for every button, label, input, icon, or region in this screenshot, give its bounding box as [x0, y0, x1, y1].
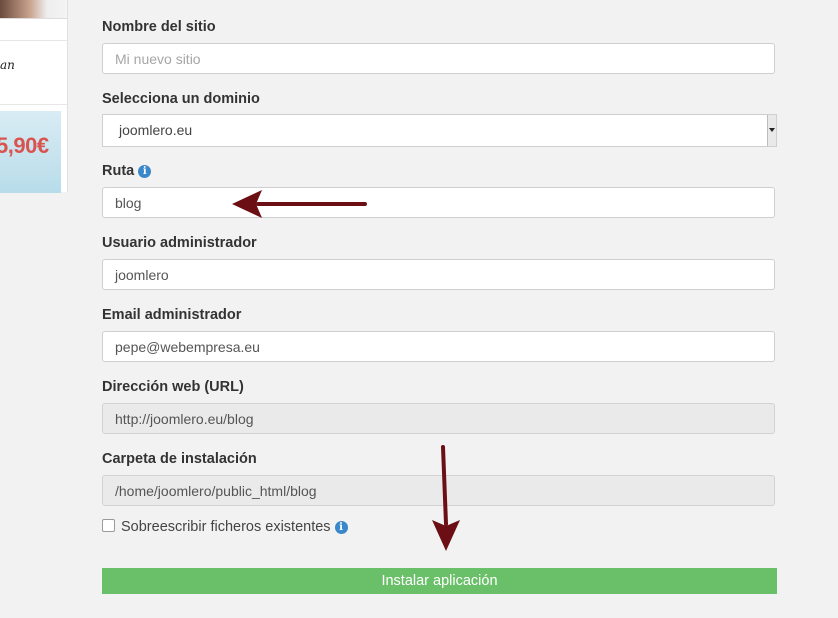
- arrow-pointing-down-icon: [432, 445, 460, 551]
- arrow-pointing-left-icon: [232, 190, 367, 218]
- annotation-arrows: [232, 190, 460, 551]
